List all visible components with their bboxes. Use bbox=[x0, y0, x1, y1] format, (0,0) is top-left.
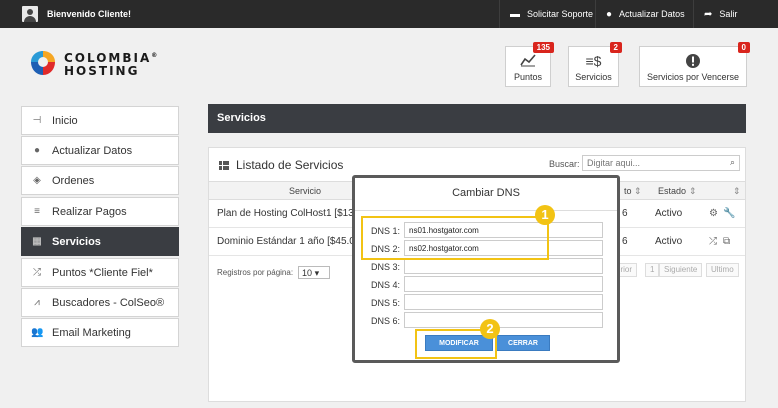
sidebar-item-ordenes[interactable]: ◈ Ordenes bbox=[21, 166, 179, 195]
modal-title: Cambiar DNS bbox=[452, 187, 520, 199]
gear-icon[interactable]: ⚙ bbox=[709, 208, 718, 219]
service-status: Activo bbox=[655, 236, 683, 247]
close-button[interactable]: CERRAR bbox=[496, 335, 550, 351]
sort-icon[interactable]: ⇕ bbox=[733, 186, 741, 197]
users-icon: 👥 bbox=[31, 327, 44, 338]
dns4-field[interactable] bbox=[404, 276, 603, 292]
dns3-field[interactable] bbox=[404, 258, 603, 274]
expiring-badge: 0 bbox=[737, 42, 750, 53]
points-badge: 135 bbox=[532, 42, 554, 53]
modal-divider bbox=[355, 210, 617, 211]
dns4-label: DNS 4: bbox=[371, 280, 401, 290]
search-box: ⌕ bbox=[582, 155, 740, 171]
services-badge: 2 bbox=[609, 42, 622, 53]
user-icon: ● bbox=[33, 145, 41, 156]
support-link[interactable]: ▬ Solicitar Soporte bbox=[499, 0, 603, 28]
chart-icon bbox=[506, 53, 550, 69]
welcome-text: Bienvenido Cliente! bbox=[47, 9, 132, 19]
sidebar-item-inicio[interactable]: ⊣ Inicio bbox=[21, 106, 179, 135]
dns6-label: DNS 6: bbox=[371, 316, 401, 326]
sidebar-item-buscadores[interactable]: ⩘ Buscadores - ColSeo® bbox=[21, 288, 179, 317]
panel-title: Listado de Servicios bbox=[219, 158, 343, 172]
top-bar: Bienvenido Cliente! ▬ Solicitar Soporte … bbox=[0, 0, 778, 28]
service-status: Activo bbox=[655, 208, 683, 219]
alert-icon bbox=[640, 53, 746, 69]
logo-mark-icon bbox=[31, 51, 55, 75]
shuffle-icon: ⤮ bbox=[33, 267, 41, 278]
page-title: Servicios bbox=[208, 104, 746, 133]
sidebar-item-puntos[interactable]: ⤮ Puntos *Cliente Fiel* bbox=[21, 258, 179, 287]
service-date: 6 bbox=[622, 208, 628, 219]
per-page-control: Registros por página: 10 ▾ bbox=[217, 266, 331, 279]
sidebar-item-servicios[interactable]: ▦ Servicios bbox=[21, 227, 179, 256]
change-dns-modal: Cambiar DNS DNS 1: DNS 2: DNS 3: DNS 4: … bbox=[352, 175, 620, 363]
search-icon[interactable]: ⌕ bbox=[730, 157, 735, 168]
dns3-label: DNS 3: bbox=[371, 262, 401, 272]
search-label: Buscar: bbox=[549, 159, 580, 169]
search-input[interactable] bbox=[582, 155, 740, 171]
logo-text: COLOMBIA® HOSTING bbox=[64, 50, 158, 78]
dns5-label: DNS 5: bbox=[371, 298, 401, 308]
dns6-field[interactable] bbox=[404, 312, 603, 328]
sidebar-item-actualizar-datos[interactable]: ● Actualizar Datos bbox=[21, 136, 179, 165]
plug-icon: ⊣ bbox=[32, 115, 42, 126]
shuffle-icon[interactable]: ⤮ bbox=[709, 236, 717, 247]
services-stat[interactable]: ≡$ Servicios 2 bbox=[568, 42, 622, 87]
logout-link[interactable]: ➦ Salir bbox=[693, 0, 747, 28]
col-estado[interactable]: Estado bbox=[658, 186, 686, 196]
user-avatar-icon bbox=[22, 6, 38, 22]
sidebar-item-realizar-pagos[interactable]: ≡ Realizar Pagos bbox=[21, 197, 179, 226]
pager-last[interactable]: Ultimo bbox=[706, 263, 739, 277]
col-servicio[interactable]: Servicio bbox=[289, 186, 321, 196]
update-data-link[interactable]: ● Actualizar Datos bbox=[595, 0, 695, 28]
copy-icon[interactable]: ⧉ bbox=[723, 236, 730, 247]
chart-icon: ⩘ bbox=[34, 297, 40, 308]
service-name: Plan de Hosting ColHost1 [$135.00 bbox=[217, 208, 374, 219]
share-arrow-icon: ➦ bbox=[704, 8, 713, 20]
service-name: Dominio Estándar 1 año [$45.000,0 bbox=[217, 236, 375, 247]
coins-icon: ≡ bbox=[34, 206, 40, 217]
sort-icon[interactable]: ⇕ bbox=[634, 186, 642, 197]
points-stat[interactable]: Puntos 135 bbox=[505, 42, 554, 87]
step-1-callout: 1 bbox=[535, 205, 555, 225]
dns5-field[interactable] bbox=[404, 294, 603, 310]
step-2-callout: 2 bbox=[480, 319, 500, 339]
welcome-user: Bienvenido Cliente! bbox=[22, 6, 131, 22]
user-icon: ● bbox=[606, 8, 613, 20]
pager-page-1[interactable]: 1 bbox=[645, 263, 660, 277]
chat-icon: ▬ bbox=[510, 8, 520, 20]
grid-icon: ▦ bbox=[32, 236, 42, 247]
service-date: 6 bbox=[622, 236, 628, 247]
dns-highlight-box bbox=[361, 216, 549, 260]
tag-icon: ◈ bbox=[33, 175, 41, 186]
sidebar-item-email-marketing[interactable]: 👥 Email Marketing bbox=[21, 318, 179, 347]
per-page-select[interactable]: 10 ▾ bbox=[298, 266, 331, 279]
coins-icon: ≡$ bbox=[585, 53, 602, 69]
list-icon bbox=[219, 160, 229, 170]
expiring-services-stat[interactable]: Servicios por Vencerse 0 bbox=[639, 42, 750, 87]
sort-icon[interactable]: ⇕ bbox=[689, 186, 697, 197]
colombia-hosting-logo[interactable]: COLOMBIA® HOSTING bbox=[28, 48, 157, 78]
wrench-icon[interactable]: 🔧 bbox=[723, 208, 735, 219]
col-date-partial[interactable]: to bbox=[624, 186, 632, 196]
pager-next[interactable]: Siguiente bbox=[659, 263, 703, 277]
